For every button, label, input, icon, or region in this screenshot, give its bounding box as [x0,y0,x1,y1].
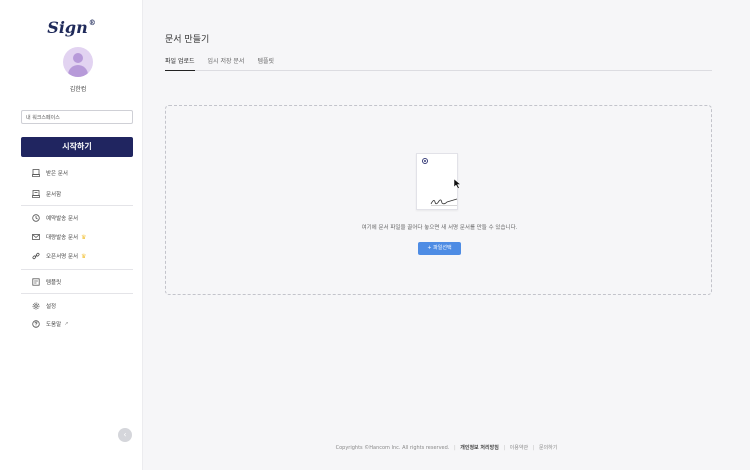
stamp-icon [422,158,428,164]
sidebar-item-label: 도움말 [46,322,62,328]
avatar-head [73,53,83,63]
terms-link[interactable]: 이용약관 [510,445,528,451]
clock-icon [32,214,40,222]
premium-crown-icon: ♛ [81,233,87,241]
premium-crown-icon: ♛ [81,252,87,260]
tab-file-upload[interactable]: 파일 업로드 [165,58,195,71]
gear-icon [32,302,40,310]
sidebar-item-label: 예약발송 문서 [46,216,79,222]
sidebar-item-templates[interactable]: 템플릿 [32,277,61,287]
separator: | [532,445,535,451]
sidebar-item-help[interactable]: 도움말 ↗ [32,319,68,329]
sidebar-item-label: 문서함 [46,192,62,198]
logo-text: Sign [47,18,88,37]
sidebar-item-label: 템플릿 [46,280,62,286]
sidebar-item-received[interactable]: 받은 문서 [32,168,68,178]
inbox-icon [32,169,40,177]
signature-illustration [430,198,458,206]
template-icon [32,278,40,286]
sidebar-item-open-sign[interactable]: 오픈서명 문서 ♛ [32,251,87,261]
divider [21,293,133,294]
cursor-icon [453,178,462,189]
sidebar-item-settings[interactable]: 설정 [32,301,56,311]
avatar[interactable] [63,47,93,77]
tab-drafts[interactable]: 임시 저장 문서 [208,58,245,71]
dropzone-hint: 여기에 문서 파일을 끌어다 놓으면 새 서명 문서를 만들 수 있습니다. [361,225,518,231]
tab-templates[interactable]: 템플릿 [257,58,274,71]
separator: | [453,445,456,451]
footer: Copyrights ©Hancom Inc. All rights reser… [143,444,750,451]
select-file-button[interactable]: + 파일선택 [418,242,461,255]
help-icon [32,320,40,328]
bulk-mail-icon [32,233,40,241]
sidebar-item-label: 대량발송 문서 [46,235,79,241]
sidebar-item-scheduled[interactable]: 예약발송 문서 [32,213,78,223]
external-link-icon: ↗ [64,321,69,327]
start-button[interactable]: 시작하기 [21,137,133,157]
workspace-selector[interactable]: 내 워크스페이스 [21,110,133,124]
link-icon [32,252,40,260]
divider [21,205,133,206]
sidebar-item-label: 받은 문서 [46,171,68,177]
user-name: 김한컴 [69,86,87,93]
archive-icon [32,190,40,198]
sidebar: Sign® 김한컴 내 워크스페이스 시작하기 받은 문서 문서함 예약발송 문… [0,0,143,470]
sidebar-item-archive[interactable]: 문서함 [32,189,61,199]
privacy-policy-link[interactable]: 개인정보 처리방침 [460,445,499,451]
sidebar-item-label: 오픈서명 문서 [46,254,79,260]
contact-link[interactable]: 문의하기 [539,445,557,451]
sidebar-collapse-button[interactable]: ‹ [118,428,132,442]
chevron-left-icon: ‹ [123,430,127,439]
avatar-body [68,65,88,77]
logo[interactable]: Sign® [0,18,143,37]
separator: | [503,445,506,451]
copyright-text: Copyrights ©Hancom Inc. All rights reser… [335,445,450,451]
divider [21,269,133,270]
sidebar-item-bulk[interactable]: 대량발송 문서 ♛ [32,232,87,242]
tab-bar: 파일 업로드 임시 저장 문서 템플릿 [165,58,712,71]
page-title: 문서 만들기 [165,35,210,45]
file-dropzone[interactable]: 여기에 문서 파일을 끌어다 놓으면 새 서명 문서를 만들 수 있습니다. +… [165,105,712,295]
logo-mark: ® [88,18,96,27]
sidebar-item-label: 설정 [46,304,57,310]
